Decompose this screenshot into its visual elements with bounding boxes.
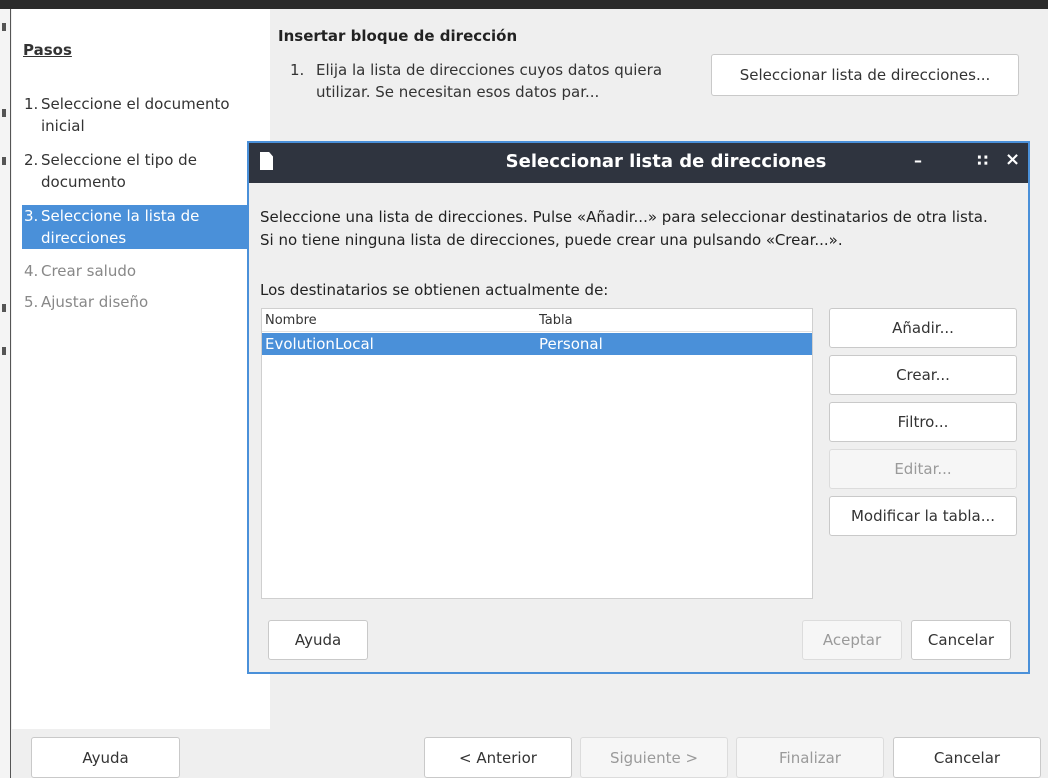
- step-select-doc-type[interactable]: 2. Seleccione el tipo de documento: [22, 149, 248, 193]
- edge-mark: [2, 157, 6, 165]
- step-select-document[interactable]: 1. Seleccione el documento inicial: [22, 93, 248, 137]
- step-adjust-layout: 5. Ajustar diseño: [22, 291, 248, 313]
- maximize-icon[interactable]: ∷: [977, 151, 988, 170]
- background-window-edge: [0, 9, 11, 778]
- ok-button: Aceptar: [802, 620, 902, 660]
- step-number: 4.: [24, 262, 39, 280]
- dialog-help-button[interactable]: Ayuda: [268, 620, 368, 660]
- step-number: 5.: [24, 293, 39, 311]
- close-icon[interactable]: ×: [1005, 149, 1020, 170]
- help-button[interactable]: Ayuda: [31, 737, 180, 778]
- column-header-table[interactable]: Tabla: [539, 313, 573, 328]
- table-header: Nombre Tabla: [262, 309, 812, 332]
- instruction: 1. Elija la lista de direcciones cuyos d…: [290, 59, 695, 103]
- edge-mark: [2, 23, 6, 31]
- row-name: EvolutionLocal: [265, 335, 374, 353]
- modify-table-button[interactable]: Modificar la tabla...: [829, 496, 1017, 536]
- top-window-edge: [0, 0, 1048, 9]
- edge-mark: [2, 347, 6, 355]
- instruction-text: Elija la lista de direcciones cuyos dato…: [316, 61, 663, 101]
- step-label: Seleccione el documento inicial: [41, 95, 230, 135]
- column-header-name[interactable]: Nombre: [265, 313, 317, 328]
- edge-mark: [2, 109, 6, 117]
- step-select-address-list[interactable]: 3. Seleccione la lista de direcciones: [22, 205, 248, 249]
- cancel-button[interactable]: Cancelar: [893, 737, 1041, 778]
- finish-button: Finalizar: [736, 737, 884, 778]
- dialog-description: Seleccione una lista de direcciones. Pul…: [260, 208, 988, 249]
- steps-title: Pasos: [23, 41, 72, 59]
- recipients-label: Los destinatarios se obtienen actualment…: [260, 281, 609, 299]
- address-list-table[interactable]: Nombre Tabla EvolutionLocal Personal: [261, 308, 813, 599]
- select-address-list-button[interactable]: Seleccionar lista de direcciones...: [711, 54, 1019, 96]
- step-label: Seleccione el tipo de documento: [41, 151, 197, 191]
- step-label: Ajustar diseño: [41, 293, 149, 311]
- create-button[interactable]: Crear...: [829, 355, 1017, 395]
- step-number: 1.: [24, 95, 39, 113]
- table-row[interactable]: EvolutionLocal Personal: [262, 333, 812, 355]
- edit-button: Editar...: [829, 449, 1017, 489]
- filter-button[interactable]: Filtro...: [829, 402, 1017, 442]
- steps-panel: Pasos 1. Seleccione el documento inicial…: [12, 9, 270, 729]
- minimize-icon[interactable]: –: [914, 151, 922, 170]
- select-address-list-dialog: Seleccionar lista de direcciones – ∷ × S…: [247, 141, 1030, 674]
- step-label: Seleccione la lista de direcciones: [41, 207, 200, 247]
- edge-mark: [2, 304, 6, 312]
- step-number: 2.: [24, 151, 39, 169]
- add-button[interactable]: Añadir...: [829, 308, 1017, 348]
- dialog-title: Seleccionar lista de direcciones: [505, 151, 827, 172]
- next-button: Siguiente >: [580, 737, 728, 778]
- instruction-number: 1.: [290, 61, 305, 79]
- dialog-titlebar[interactable]: Seleccionar lista de direcciones – ∷ ×: [249, 143, 1028, 183]
- row-table: Personal: [539, 335, 603, 353]
- dialog-cancel-button[interactable]: Cancelar: [911, 620, 1011, 660]
- page-heading: Insertar bloque de dirección: [278, 27, 518, 45]
- step-label: Crear saludo: [41, 262, 137, 280]
- step-number: 3.: [24, 207, 39, 225]
- back-button[interactable]: < Anterior: [424, 737, 572, 778]
- step-create-salutation: 4. Crear saludo: [22, 260, 248, 282]
